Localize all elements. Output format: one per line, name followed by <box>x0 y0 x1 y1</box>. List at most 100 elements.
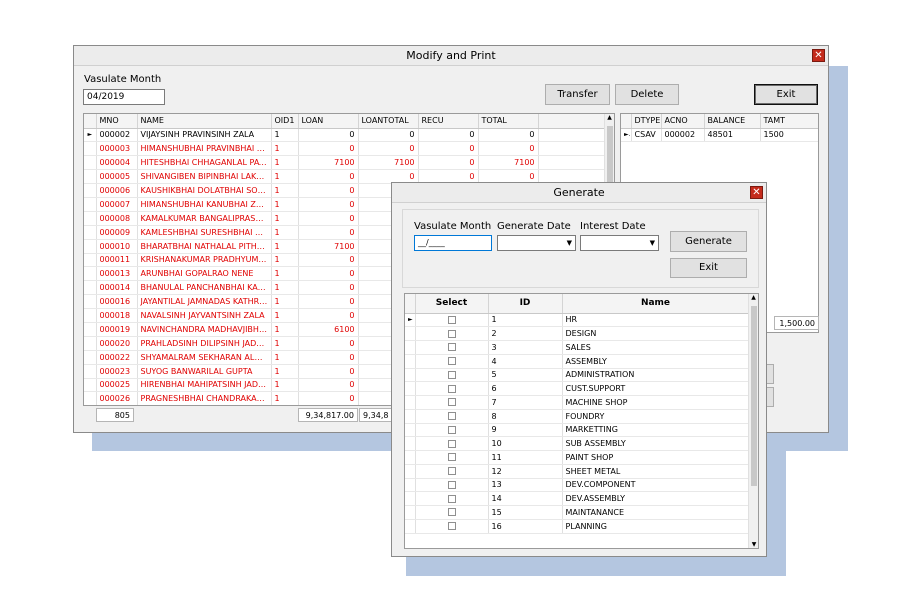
department-row[interactable]: 4 ASSEMBLY <box>405 354 750 369</box>
scroll-thumb[interactable] <box>751 306 757 486</box>
cell-name: JAYANTILAL JAMNADAS KATHROTIYA <box>137 294 272 310</box>
cell-mno: 000002 <box>96 128 138 143</box>
row-pointer-icon <box>405 519 416 534</box>
select-checkbox[interactable] <box>447 370 456 379</box>
cell-loan: 0 <box>298 253 359 268</box>
department-row[interactable]: 10 SUB ASSEMBLY <box>405 436 750 451</box>
close-icon[interactable]: ✕ <box>812 49 825 62</box>
cell-id: 5 <box>488 368 563 383</box>
month-input[interactable]: 04/2019 <box>83 89 165 105</box>
cell-loan: 0 <box>298 378 359 393</box>
cell-loantotal: 7100 <box>358 155 419 171</box>
cell-name: KAMLESHBHAI SURESHBHAI SOLAN... <box>137 225 272 240</box>
row-pointer-icon <box>405 423 416 438</box>
scroll-up-icon[interactable]: ▲ <box>605 114 614 121</box>
department-row[interactable]: 12 SHEET METAL <box>405 464 750 479</box>
col-tamt[interactable]: TAMT <box>760 114 818 129</box>
select-checkbox[interactable] <box>447 384 456 393</box>
select-checkbox[interactable] <box>447 425 456 434</box>
cell-name: HITESHBHAI CHHAGANLAL PATEL <box>137 155 272 171</box>
department-row[interactable]: 2 DESIGN <box>405 326 750 341</box>
select-checkbox[interactable] <box>447 508 456 517</box>
account-row[interactable]: ► CSAV 000002 48501 1500 <box>621 128 818 143</box>
department-row[interactable]: 9 MARKETTING <box>405 423 750 438</box>
row-pointer-icon <box>405 464 416 479</box>
select-checkbox[interactable] <box>447 412 456 421</box>
cell-total: 0 <box>478 128 539 143</box>
col-recu[interactable]: RECU <box>418 114 479 129</box>
row-pointer-icon: ► <box>405 313 416 328</box>
select-checkbox[interactable] <box>447 522 456 531</box>
select-checkbox[interactable] <box>447 453 456 462</box>
cell-id: 3 <box>488 340 563 355</box>
col-dtype[interactable]: DTYPE <box>631 114 662 129</box>
departments-scrollbar[interactable]: ▲ ▼ <box>748 294 758 548</box>
col-oid1[interactable]: OID1 <box>271 114 299 129</box>
department-row[interactable]: 14 DEV.ASSEMBLY <box>405 491 750 506</box>
cell-loan: 0 <box>298 141 359 157</box>
department-row[interactable]: 15 MAINTANANCE <box>405 505 750 520</box>
col-mno[interactable]: MNO <box>96 114 138 129</box>
department-row[interactable]: 5 ADMINISTRATION <box>405 368 750 383</box>
select-checkbox[interactable] <box>447 494 456 503</box>
select-checkbox[interactable] <box>447 467 456 476</box>
scroll-up-icon[interactable]: ▲ <box>749 294 758 301</box>
generate-button[interactable]: Generate <box>670 231 747 252</box>
cell-id: 7 <box>488 395 563 410</box>
department-row[interactable]: 6 CUST.SUPPORT <box>405 381 750 396</box>
col-id[interactable]: ID <box>488 294 563 314</box>
cell-oid1: 1 <box>271 391 299 405</box>
member-row[interactable]: 000004 HITESHBHAI CHHAGANLAL PATEL 1 7100 71… <box>84 155 607 171</box>
select-checkbox[interactable] <box>447 315 456 324</box>
close-icon[interactable]: ✕ <box>750 186 763 199</box>
dialog-exit-button[interactable]: Exit <box>670 258 747 278</box>
cell-loan: 0 <box>298 294 359 310</box>
cell-select <box>415 423 489 438</box>
cell-name: BHANULAL PANCHANBHAI KACHA <box>137 280 272 296</box>
col-select[interactable]: Select <box>415 294 489 314</box>
department-row[interactable]: 7 MACHINE SHOP <box>405 395 750 410</box>
select-checkbox[interactable] <box>447 329 456 338</box>
department-row[interactable]: 8 FOUNDRY <box>405 409 750 424</box>
department-row[interactable]: 16 PLANNING <box>405 519 750 534</box>
col-loantotal[interactable]: LOANTOTAL <box>358 114 419 129</box>
cell-acno: 000002 <box>661 128 705 143</box>
select-checkbox[interactable] <box>447 343 456 352</box>
cell-oid1: 1 <box>271 253 299 268</box>
department-row[interactable]: 3 SALES <box>405 340 750 355</box>
col-acno[interactable]: ACNO <box>661 114 705 129</box>
chevron-down-icon: ▼ <box>649 239 655 247</box>
col-name[interactable]: NAME <box>137 114 272 129</box>
interest-date-picker[interactable]: ▼ <box>580 235 659 251</box>
cell-name: SHYAMALRAM SEKHARAN ALAKKAD... <box>137 350 272 365</box>
cell-dept-name: ASSEMBLY <box>562 354 750 369</box>
departments-grid[interactable]: Select ID Name ► 1 HR 2 DESIGN 3 SALES 4 ASSEMBL… <box>404 293 759 549</box>
department-row[interactable]: ► 1 HR <box>405 313 750 328</box>
select-checkbox[interactable] <box>447 398 456 407</box>
member-row[interactable]: 000003 HIMANSHUBHAI PRAVINBHAI SHA... 1 0 0 0… <box>84 141 607 157</box>
col-dept-name[interactable]: Name <box>562 294 750 314</box>
cell-loan: 0 <box>298 391 359 405</box>
cell-loan: 0 <box>298 350 359 365</box>
generate-date-picker[interactable]: ▼ <box>497 235 576 251</box>
member-row[interactable]: ► 000002 VIJAYSINH PRAVINSINH ZALA 1 0 0 0 0 <box>84 128 607 143</box>
select-checkbox[interactable] <box>447 480 456 489</box>
department-row[interactable]: 11 PAINT SHOP <box>405 450 750 465</box>
window-titlebar: Modify and Print ✕ <box>74 46 828 66</box>
transfer-button[interactable]: Transfer <box>545 84 610 105</box>
select-checkbox[interactable] <box>447 357 456 366</box>
vasulate-month-input[interactable]: __/____ <box>414 235 492 251</box>
cell-oid1: 1 <box>271 350 299 365</box>
delete-button[interactable]: Delete <box>615 84 679 105</box>
col-balance[interactable]: BALANCE <box>704 114 761 129</box>
cell-id: 12 <box>488 464 563 479</box>
cell-select <box>415 519 489 534</box>
col-total[interactable]: TOTAL <box>478 114 539 129</box>
exit-button[interactable]: Exit <box>754 84 818 105</box>
col-loan[interactable]: LOAN <box>298 114 359 129</box>
accounts-total: 1,500.00 <box>774 316 819 330</box>
row-pointer-icon <box>84 169 97 185</box>
scroll-down-icon[interactable]: ▼ <box>749 541 758 548</box>
department-row[interactable]: 13 DEV.COMPONENT <box>405 478 750 493</box>
select-checkbox[interactable] <box>447 439 456 448</box>
